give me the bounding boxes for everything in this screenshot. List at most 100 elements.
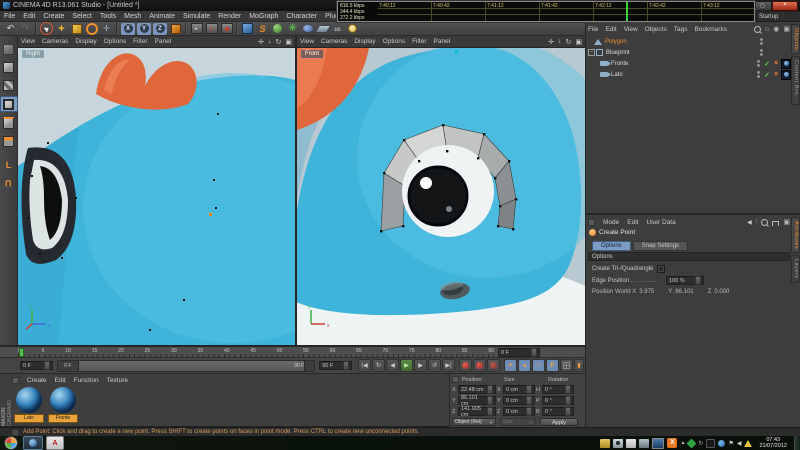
vp2-menu-panel[interactable]: Panel: [434, 38, 451, 45]
start-button[interactable]: [4, 436, 18, 450]
range-end-field[interactable]: 90 F: [319, 361, 353, 370]
vp-menu-filter[interactable]: Filter: [133, 38, 147, 45]
previous-frame-button[interactable]: ◀: [386, 359, 400, 372]
workplane-button[interactable]: L: [1, 158, 17, 172]
goto-end-button[interactable]: ▶|: [442, 359, 456, 372]
menu-simulate[interactable]: Simulate: [183, 13, 210, 20]
material-item[interactable]: Fronte: [48, 387, 78, 423]
live-selection-button[interactable]: [39, 22, 54, 35]
pos-z-field[interactable]: 141.905 cm: [458, 406, 496, 418]
make-editable-button[interactable]: [1, 42, 17, 56]
redo-button[interactable]: ↷: [18, 22, 33, 35]
history-back-icon[interactable]: ◀: [747, 219, 752, 226]
key-pla-button[interactable]: [560, 359, 574, 372]
vp-menu-display[interactable]: Display: [75, 38, 96, 45]
toggle-view-icon[interactable]: ▣: [285, 38, 292, 46]
object-row-lato[interactable]: Lato ✓ ×: [586, 69, 791, 80]
toggle-view-icon[interactable]: ▣: [575, 38, 582, 46]
size-x-field[interactable]: 0 cm: [503, 385, 535, 394]
size-y-field[interactable]: 0 cm: [503, 396, 535, 405]
attr-menu-userdata[interactable]: User Data: [646, 219, 675, 226]
mat-menu-function[interactable]: Function: [74, 377, 99, 384]
menu-render[interactable]: Render: [218, 13, 241, 20]
key-rotation-button[interactable]: ○: [532, 359, 546, 372]
mograph-button[interactable]: ✳: [285, 22, 300, 35]
attr-menu-edit[interactable]: Edit: [627, 219, 638, 226]
pan-view-icon[interactable]: ✛: [548, 38, 554, 46]
undo-button[interactable]: ↶: [3, 22, 18, 35]
subdivision-surface-button[interactable]: [270, 22, 285, 35]
tray-network-icon[interactable]: [718, 439, 726, 447]
rotate-view-icon[interactable]: ↻: [276, 38, 282, 46]
rot-h-field[interactable]: 0 °: [542, 385, 574, 394]
slider-end-grip[interactable]: [304, 360, 315, 371]
frame-range-slider[interactable]: 0 F 90 F: [56, 359, 316, 372]
model-mode-button[interactable]: [1, 60, 17, 74]
menu-mograph[interactable]: MoGraph: [249, 13, 278, 20]
z-axis-lock-button[interactable]: Z: [153, 22, 167, 35]
timeline-playhead[interactable]: [19, 348, 24, 357]
pen-icon[interactable]: /: [756, 219, 758, 225]
rotate-view-icon[interactable]: ↻: [566, 38, 572, 46]
record-keyframe-button[interactable]: [459, 359, 473, 372]
vp2-menu-display[interactable]: Display: [354, 38, 375, 45]
tray-square-icon[interactable]: [706, 438, 716, 448]
tri-quad-checkbox[interactable]: [657, 265, 666, 273]
light-button[interactable]: [345, 22, 360, 35]
tray-expand-icon[interactable]: ▲: [680, 440, 685, 446]
last-tool-button[interactable]: ✛: [99, 22, 114, 35]
keyframe-selection-button[interactable]: [487, 359, 501, 372]
menu-create[interactable]: Create: [43, 13, 64, 20]
slider-start-grip[interactable]: 0 F: [57, 360, 79, 371]
add-cube-button[interactable]: [240, 22, 255, 35]
viewport-left-label[interactable]: Right: [22, 50, 45, 58]
metaball-button[interactable]: [300, 22, 315, 35]
stepper[interactable]: [43, 361, 50, 370]
render-view-button[interactable]: ▸: [189, 22, 204, 35]
zoom-view-icon[interactable]: ↓: [558, 38, 562, 46]
maximize-button[interactable]: ▢: [753, 0, 772, 11]
menu-tools[interactable]: Tools: [100, 13, 116, 20]
tab-objects[interactable]: Objects: [791, 24, 800, 55]
goto-start-button[interactable]: |◀: [358, 359, 372, 372]
rot-b-field[interactable]: 0 °: [542, 407, 574, 416]
add-spline-button[interactable]: S: [255, 22, 270, 35]
options-section-header[interactable]: Options: [588, 252, 790, 261]
object-row-polygon[interactable]: Polygon: [586, 36, 791, 47]
autokey-button[interactable]: [473, 359, 487, 372]
tray-photo-icon[interactable]: [600, 438, 611, 448]
vp-menu-panel[interactable]: Panel: [155, 38, 172, 45]
visibility-dots[interactable]: [757, 60, 760, 68]
taskbar-adobe-button[interactable]: A: [46, 436, 64, 450]
obj-menu-tags[interactable]: Tags: [674, 26, 688, 33]
expression-tag-icon[interactable]: ×: [772, 71, 780, 79]
pos-x-field[interactable]: 22.48 cm: [458, 385, 496, 394]
tray-xampp-icon[interactable]: X: [667, 438, 678, 448]
tray-app2-icon[interactable]: [639, 438, 650, 448]
object-row-blueprint[interactable]: - Blueprint: [586, 47, 791, 58]
vp-menu-view[interactable]: View: [21, 38, 35, 45]
attr-menu-mode[interactable]: Mode: [603, 219, 619, 226]
next-frame-button[interactable]: ▶: [414, 359, 428, 372]
obj-menu-view[interactable]: View: [624, 26, 638, 33]
top-point[interactable]: [455, 50, 458, 53]
tray-green-icon[interactable]: [686, 438, 697, 448]
layout-dropdown[interactable]: Startup ▼: [756, 11, 800, 22]
render-check-icon[interactable]: ✓: [763, 60, 771, 68]
menu-file[interactable]: File: [4, 13, 15, 20]
tab-content-browser[interactable]: Content Bro...: [791, 56, 800, 106]
tray-app-icon[interactable]: [626, 438, 637, 448]
mat-menu-create[interactable]: Create: [27, 377, 47, 384]
play-backwards-button[interactable]: ↻: [372, 359, 386, 372]
close-button[interactable]: ×: [772, 0, 798, 11]
expression-tag-icon[interactable]: ×: [772, 60, 780, 68]
pan-view-icon[interactable]: ✛: [258, 38, 264, 46]
tab-options[interactable]: Options: [592, 241, 631, 251]
search-icon[interactable]: [754, 25, 762, 33]
menu-edit[interactable]: Edit: [23, 13, 35, 20]
x-axis-lock-button[interactable]: X: [121, 22, 135, 35]
range-start-field[interactable]: 0 F: [20, 361, 53, 370]
edges-mode-button[interactable]: [1, 116, 17, 130]
obj-menu-objects[interactable]: Objects: [645, 26, 667, 33]
rot-p-field[interactable]: 0 °: [542, 396, 574, 405]
